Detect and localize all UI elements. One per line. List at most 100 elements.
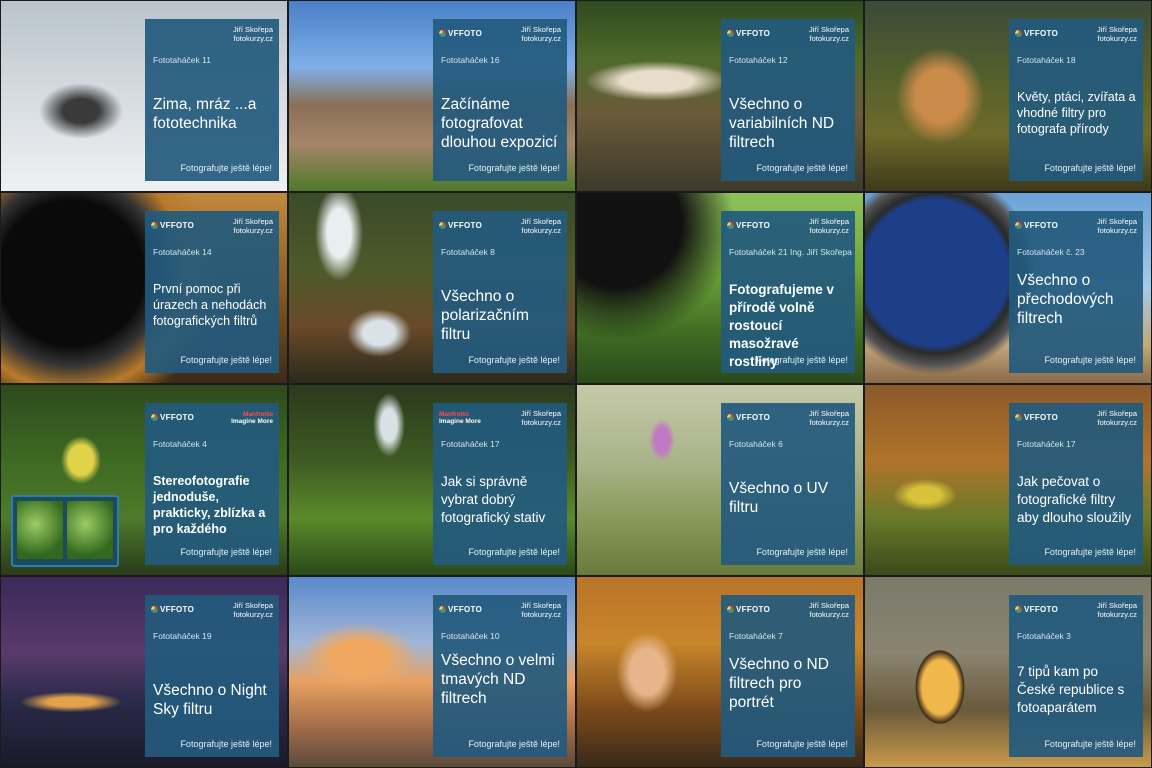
issue-label: Fototaháček 12: [729, 55, 788, 65]
info-card: VFFOTO Jiří Skořepa fotokurzy.cz Fototaháč…: [145, 211, 279, 373]
vffoto-logo: VFFOTO: [151, 221, 194, 230]
booklet-title: Jak pečovat o fotografické filtry aby dl…: [1017, 474, 1132, 525]
vffoto-logo: VFFOTO: [1015, 221, 1058, 230]
skorepa-logo: Jiří Skořepa fotokurzy.cz: [520, 25, 561, 43]
vffoto-logo: VFFOTO: [151, 413, 194, 422]
booklet-tile[interactable]: VFFOTO Jiří Skořepa fotokurzy.cz Fototaháč…: [576, 0, 864, 192]
skorepa-logo: Jiří Skořepa fotokurzy.cz: [520, 217, 561, 235]
tagline: Fotografujte ještě lépe!: [468, 355, 560, 365]
vffoto-logo: VFFOTO: [439, 29, 482, 38]
skorepa-logo: Jiří Skořepa fotokurzy.cz: [232, 217, 273, 235]
booklet-title: První pomoc při úrazech a nehodách fotog…: [153, 282, 267, 328]
tagline: Fotografujte ještě lépe!: [1044, 547, 1136, 557]
skorepa-logo: Jiří Skořepa fotokurzy.cz: [808, 217, 849, 235]
tagline: Fotografujte ještě lépe!: [180, 739, 272, 749]
logo-row: VFFOTO Jiří Skořepa fotokurzy.cz: [727, 217, 849, 237]
tagline: Fotografujte ještě lépe!: [468, 547, 560, 557]
booklet-title: Zima, mráz ...a fototechnika: [153, 96, 257, 132]
info-card: VFFOTO Jiří Skořepa fotokurzy.cz Fototaháč…: [145, 595, 279, 757]
skorepa-logo: Jiří Skořepa fotokurzy.cz: [1096, 217, 1137, 235]
booklet-tile[interactable]: VFFOTO Jiří Skořepa fotokurzy.cz Fototaháč…: [864, 384, 1152, 576]
tagline: Fotografujte ještě lépe!: [756, 163, 848, 173]
tagline: Fotografujte ještě lépe!: [756, 739, 848, 749]
booklet-tile[interactable]: Jiří Skořepa fotokurzy.cz Fototaháček 11 …: [0, 0, 288, 192]
booklet-tile[interactable]: VFFOTO Jiří Skořepa fotokurzy.cz Fototaháč…: [864, 192, 1152, 384]
booklet-tile[interactable]: VFFOTO Jiří Skořepa fotokurzy.cz Fototaháč…: [576, 576, 864, 768]
issue-label: Fototaháček 10: [441, 631, 500, 641]
booklet-tile[interactable]: VFFOTO Jiří Skořepa fotokurzy.cz Fototaháč…: [288, 192, 576, 384]
booklet-title: Všechno o variabilních ND filtrech: [729, 96, 835, 151]
booklet-title: 7 tipů kam po České republice s fotoapar…: [1017, 664, 1125, 715]
info-card: Jiří Skořepa fotokurzy.cz Fototaháček 11 …: [145, 19, 279, 181]
tagline: Fotografujte ještě lépe!: [180, 547, 272, 557]
booklet-tile[interactable]: VFFOTO Jiří Skořepa fotokurzy.cz Fototaháč…: [288, 576, 576, 768]
skorepa-logo: Jiří Skořepa fotokurzy.cz: [520, 601, 561, 619]
booklet-tile[interactable]: Manfrotto Imagine More Jiří Skořepa fotokur…: [288, 384, 576, 576]
issue-label: Fototaháček 7: [729, 631, 783, 641]
tagline: Fotografujte ještě lépe!: [180, 163, 272, 173]
booklet-title: Všechno o přechodových filtrech: [1017, 272, 1114, 327]
manfrotto-logo: Manfrotto Imagine More: [231, 411, 273, 425]
booklet-tile[interactable]: VFFOTO Jiří Skořepa fotokurzy.cz Fototaháč…: [864, 576, 1152, 768]
info-card: VFFOTO Jiří Skořepa fotokurzy.cz Fototaháč…: [1009, 595, 1143, 757]
logo-row: VFFOTO Jiří Skořepa fotokurzy.cz: [727, 601, 849, 621]
skorepa-logo: Jiří Skořepa fotokurzy.cz: [1096, 601, 1137, 619]
vffoto-logo: VFFOTO: [439, 605, 482, 614]
issue-label: Fototaháček 18: [1017, 55, 1076, 65]
logo-row: VFFOTO Jiří Skořepa fotokurzy.cz: [439, 25, 561, 45]
booklet-tile[interactable]: VFFOTO Jiří Skořepa fotokurzy.cz Fototaháč…: [864, 0, 1152, 192]
booklet-title: Všechno o polarizačním filtru: [441, 288, 529, 343]
booklet-title: Všechno o ND filtrech pro portrét: [729, 656, 829, 711]
logo-row: Jiří Skořepa fotokurzy.cz: [151, 25, 273, 45]
vffoto-logo: VFFOTO: [1015, 29, 1058, 38]
booklet-tile[interactable]: VFFOTO Manfrotto Imagine More Fototaháček …: [0, 384, 288, 576]
booklet-title: Stereofotografie jednoduše, prakticky, z…: [153, 474, 266, 536]
skorepa-logo: Jiří Skořepa fotokurzy.cz: [1096, 409, 1137, 427]
vffoto-logo: VFFOTO: [727, 29, 770, 38]
booklet-tile[interactable]: VFFOTO Jiří Skořepa fotokurzy.cz Fototaháč…: [576, 384, 864, 576]
logo-row: VFFOTO Jiří Skořepa fotokurzy.cz: [727, 409, 849, 429]
info-card: VFFOTO Jiří Skořepa fotokurzy.cz Fototaháč…: [1009, 19, 1143, 181]
booklet-title: Začínáme fotografovat dlouhou expozicí: [441, 96, 558, 151]
vffoto-logo: VFFOTO: [727, 221, 770, 230]
logo-row: VFFOTO Jiří Skořepa fotokurzy.cz: [1015, 25, 1137, 45]
issue-label: Fototaháček 4: [153, 439, 207, 449]
issue-label: Fototaháček 3: [1017, 631, 1071, 641]
skorepa-logo: Jiří Skořepa fotokurzy.cz: [808, 601, 849, 619]
booklet-title: Jak si správně vybrat dobrý fotografický…: [441, 474, 546, 525]
logo-row: VFFOTO Jiří Skořepa fotokurzy.cz: [1015, 217, 1137, 237]
issue-label: Fototaháček č. 23: [1017, 247, 1085, 257]
vffoto-logo: VFFOTO: [439, 221, 482, 230]
info-card: VFFOTO Jiří Skořepa fotokurzy.cz Fototaháč…: [1009, 211, 1143, 373]
info-card: VFFOTO Jiří Skořepa fotokurzy.cz Fototaháč…: [433, 19, 567, 181]
booklet-tile[interactable]: VFFOTO Jiří Skořepa fotokurzy.cz Fototaháč…: [0, 576, 288, 768]
info-card: VFFOTO Jiří Skořepa fotokurzy.cz Fototaháč…: [433, 595, 567, 757]
issue-label: Fototaháček 19: [153, 631, 212, 641]
logo-row: VFFOTO Manfrotto Imagine More: [151, 409, 273, 429]
logo-row: Manfrotto Imagine More Jiří Skořepa fotokur…: [439, 409, 561, 429]
tagline: Fotografujte ještě lépe!: [756, 547, 848, 557]
logo-row: VFFOTO Jiří Skořepa fotokurzy.cz: [1015, 409, 1137, 429]
booklet-tile[interactable]: VFFOTO Jiří Skořepa fotokurzy.cz Fototaháč…: [576, 192, 864, 384]
tagline: Fotografujte ještě lépe!: [1044, 355, 1136, 365]
info-card: VFFOTO Jiří Skořepa fotokurzy.cz Fototaháč…: [721, 595, 855, 757]
info-card: VFFOTO Jiří Skořepa fotokurzy.cz Fototaháč…: [721, 19, 855, 181]
stereo-pair-thumbnail: [11, 495, 119, 567]
info-card: VFFOTO Jiří Skořepa fotokurzy.cz Fototaháč…: [433, 211, 567, 373]
skorepa-logo: Jiří Skořepa fotokurzy.cz: [1096, 25, 1137, 43]
skorepa-logo: Jiří Skořepa fotokurzy.cz: [232, 25, 273, 43]
booklet-tile[interactable]: VFFOTO Jiří Skořepa fotokurzy.cz Fototaháč…: [288, 0, 576, 192]
vffoto-logo: VFFOTO: [1015, 413, 1058, 422]
vffoto-logo: VFFOTO: [727, 605, 770, 614]
skorepa-logo: Jiří Skořepa fotokurzy.cz: [520, 409, 561, 427]
vffoto-logo: VFFOTO: [151, 605, 194, 614]
booklet-tile[interactable]: VFFOTO Jiří Skořepa fotokurzy.cz Fototaháč…: [0, 192, 288, 384]
manfrotto-logo: Manfrotto Imagine More: [439, 411, 481, 425]
info-card: Manfrotto Imagine More Jiří Skořepa fotokur…: [433, 403, 567, 565]
booklet-grid: Jiří Skořepa fotokurzy.cz Fototaháček 11 …: [0, 0, 1152, 768]
info-card: VFFOTO Jiří Skořepa fotokurzy.cz Fototaháč…: [721, 403, 855, 565]
tagline: Fotografujte ještě lépe!: [756, 355, 848, 365]
skorepa-logo: Jiří Skořepa fotokurzy.cz: [808, 409, 849, 427]
issue-label: Fototaháček 14: [153, 247, 212, 257]
info-card: VFFOTO Jiří Skořepa fotokurzy.cz Fototaháč…: [721, 211, 855, 373]
